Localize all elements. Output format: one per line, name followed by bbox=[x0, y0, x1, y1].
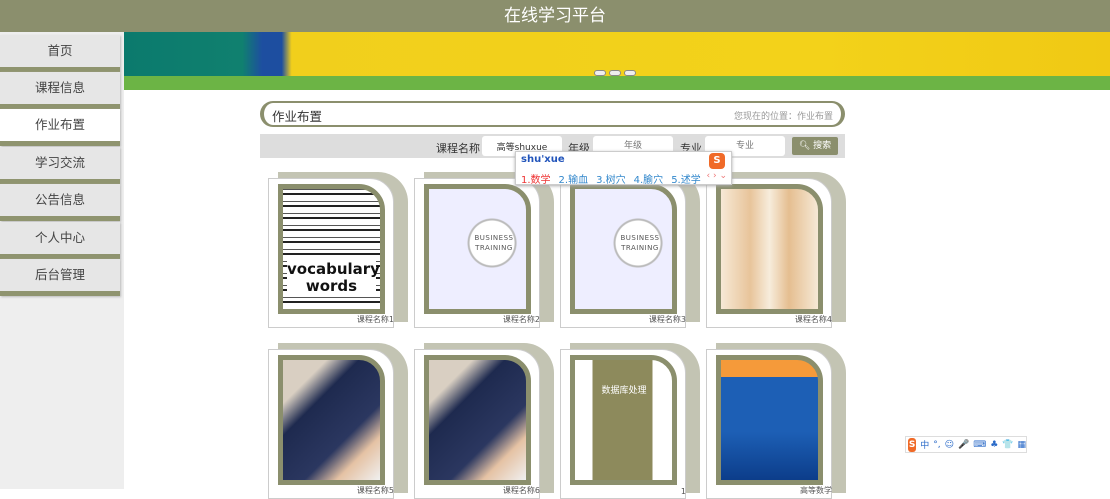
course-name[interactable]: 课程名称5 bbox=[357, 485, 394, 496]
sogou-logo-icon: S bbox=[908, 437, 917, 452]
banner-carousel bbox=[124, 32, 1110, 90]
course-image[interactable] bbox=[424, 355, 531, 485]
sidebar-item-discussion[interactable]: 学习交流 bbox=[0, 147, 120, 184]
ime-page-arrows-icon[interactable]: ‹ › ⌄ bbox=[707, 171, 727, 181]
course-image[interactable]: 数据库处理 bbox=[570, 355, 677, 485]
ime-candidate[interactable]: 1.数学 bbox=[521, 171, 551, 186]
search-button-label: 搜索 bbox=[813, 141, 832, 151]
ime-candidate[interactable]: 2.输血 bbox=[559, 171, 589, 186]
sidebar-item-homework[interactable]: 作业布置 bbox=[0, 109, 120, 146]
ime-candidate-popup: shu'xue S 1.数学 2.输血 3.树穴 4.腧穴 5.述学 ‹ › ⌄ bbox=[515, 151, 732, 186]
ime-mode-icon[interactable]: 中 bbox=[920, 438, 929, 451]
course-card[interactable]: business training 课程名称2 bbox=[414, 172, 554, 328]
course-card[interactable]: 数据库处理 1 bbox=[560, 343, 700, 499]
course-card[interactable]: 课程名称6 bbox=[414, 343, 554, 499]
ime-menu-icon[interactable]: ▦ bbox=[1017, 440, 1026, 450]
ime-voice-icon[interactable]: 🎤 bbox=[958, 440, 969, 450]
ime-pinyin: shu'xue bbox=[521, 154, 565, 165]
ime-candidate[interactable]: 4.腧穴 bbox=[634, 171, 664, 186]
course-name[interactable]: 课程名称6 bbox=[503, 485, 540, 496]
course-image[interactable] bbox=[278, 355, 385, 485]
ime-candidate[interactable]: 5.述学 bbox=[671, 171, 701, 186]
carousel-dot[interactable] bbox=[609, 70, 621, 76]
course-image[interactable] bbox=[716, 184, 823, 314]
course-card[interactable]: 课程名称5 bbox=[268, 343, 408, 499]
sidebar-item-home[interactable]: 首页 bbox=[0, 35, 120, 72]
course-card[interactable]: 课程名称4 bbox=[706, 172, 846, 328]
carousel-dots[interactable] bbox=[594, 70, 636, 76]
course-card[interactable]: 高等数学 bbox=[706, 343, 846, 499]
sidebar-item-admin[interactable]: 后台管理 bbox=[0, 259, 120, 296]
course-name[interactable]: 课程名称2 bbox=[503, 314, 540, 325]
search-button[interactable]: 🔍︎ 搜索 bbox=[792, 137, 838, 155]
ime-skin-icon[interactable]: 👕 bbox=[1002, 440, 1013, 450]
ime-punct-icon[interactable]: °, bbox=[933, 440, 940, 450]
course-image-text: 数据库处理 bbox=[601, 386, 647, 396]
course-name[interactable]: 高等数学 bbox=[800, 485, 832, 496]
course-image[interactable]: business training bbox=[570, 184, 677, 314]
ime-emoji-icon[interactable]: ☺ bbox=[945, 440, 954, 450]
course-image[interactable]: business training bbox=[424, 184, 531, 314]
sogou-logo-icon: S bbox=[709, 153, 725, 169]
banner-grass bbox=[124, 76, 1110, 90]
carousel-dot[interactable] bbox=[624, 70, 636, 76]
course-image[interactable] bbox=[716, 355, 823, 485]
page-title-bar: 作业布置 您现在的位置：作业布置 bbox=[260, 101, 845, 127]
course-name[interactable]: 课程名称4 bbox=[795, 314, 832, 325]
sidebar-item-profile[interactable]: 个人中心 bbox=[0, 222, 120, 259]
course-card[interactable]: vocabulary words 课程名称1 bbox=[268, 172, 408, 328]
ime-keyboard-icon[interactable]: ⌨ bbox=[973, 440, 986, 450]
carousel-dot[interactable] bbox=[594, 70, 606, 76]
course-name-label: 课程名称 bbox=[436, 142, 480, 155]
course-name[interactable]: 课程名称3 bbox=[649, 314, 686, 325]
search-icon: 🔍︎ bbox=[798, 141, 811, 151]
page-title: 作业布置 bbox=[272, 109, 323, 124]
ime-toolbar[interactable]: S 中 °, ☺ 🎤 ⌨ ♣ 👕 ▦ bbox=[905, 436, 1027, 453]
sidebar-item-announcements[interactable]: 公告信息 bbox=[0, 184, 120, 221]
course-name[interactable]: 课程名称1 bbox=[357, 314, 394, 325]
sidebar: 首页 课程信息 作业布置 学习交流 公告信息 个人中心 后台管理 bbox=[0, 32, 124, 489]
course-name[interactable]: 1 bbox=[681, 487, 686, 496]
course-image-text: business training bbox=[620, 234, 660, 252]
course-image-text: business training bbox=[474, 234, 514, 252]
course-image[interactable]: vocabulary words bbox=[278, 184, 385, 314]
ime-tools-icon[interactable]: ♣ bbox=[990, 440, 998, 450]
course-image-text: vocabulary words bbox=[287, 260, 380, 295]
breadcrumb: 您现在的位置：作业布置 bbox=[733, 112, 833, 122]
sidebar-item-courses[interactable]: 课程信息 bbox=[0, 72, 120, 109]
app-title: 在线学习平台 bbox=[0, 0, 1110, 32]
course-card[interactable]: business training 课程名称3 bbox=[560, 172, 700, 328]
ime-candidate[interactable]: 3.树穴 bbox=[596, 171, 626, 186]
